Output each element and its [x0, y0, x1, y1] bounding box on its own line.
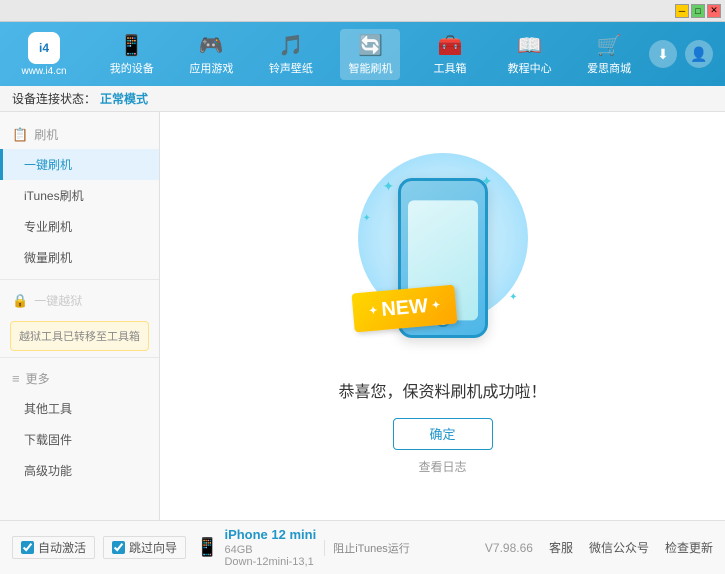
logo-text: www.i4.cn — [21, 66, 66, 77]
nav-items: 📱 我的设备 🎮 应用游戏 🎵 铃声壁纸 🔄 智能刷机 🧰 工具箱 📖 教程中心… — [92, 29, 649, 80]
minimize-button[interactable]: ─ — [675, 4, 689, 18]
nav-item-tutorials[interactable]: 📖 教程中心 — [500, 29, 560, 80]
user-button[interactable]: 👤 — [685, 40, 713, 68]
device-icon: 📱 — [196, 537, 218, 558]
sidebar-section-flash-title: 📋 刷机 — [0, 120, 159, 149]
ringtones-icon: 🎵 — [278, 33, 303, 58]
maximize-button[interactable]: □ — [691, 4, 705, 18]
close-button[interactable]: ✕ — [707, 4, 721, 18]
stop-itunes-container: 阻止iTunes运行 — [324, 540, 410, 556]
more-section-label: 更多 — [26, 370, 50, 387]
sidebar-divider-2 — [0, 357, 159, 358]
my-device-label: 我的设备 — [110, 60, 154, 76]
device-info: 📱 iPhone 12 mini 64GB Down-12mini-13,1 — [196, 527, 316, 568]
jailbreak-section-label: 一键越狱 — [34, 292, 82, 309]
ringtones-label: 铃声壁纸 — [269, 60, 313, 76]
sidebar-item-other-tools[interactable]: 其他工具 — [0, 393, 159, 424]
nav-item-apps-games[interactable]: 🎮 应用游戏 — [181, 29, 241, 80]
shop-label: 爱思商城 — [587, 60, 631, 76]
smart-flash-label: 智能刷机 — [348, 60, 392, 76]
star-4: ✦ — [509, 292, 517, 303]
sidebar-section-more-title: ≡ 更多 — [0, 364, 159, 393]
auto-connect-checkbox[interactable] — [21, 541, 34, 554]
device-firmware: Down-12mini-13,1 — [224, 556, 316, 568]
star-3: ✦ — [363, 213, 371, 224]
sidebar-item-advanced[interactable]: 高级功能 — [0, 455, 159, 486]
lock-icon: 🔒 — [12, 293, 28, 309]
sidebar-item-download-firmware[interactable]: 下载固件 — [0, 424, 159, 455]
check-update-link[interactable]: 检查更新 — [665, 539, 713, 556]
success-text: 恭喜您，保资料刷机成功啦！ — [338, 378, 546, 402]
logo[interactable]: i4 www.i4.cn — [12, 32, 76, 77]
sidebar: 📋 刷机 一键刷机 iTunes刷机 专业刷机 微量刷机 🔒 一键越狱 越狱工具… — [0, 112, 160, 520]
device-storage: 64GB — [224, 544, 316, 556]
nav-item-ringtones[interactable]: 🎵 铃声壁纸 — [261, 29, 321, 80]
skip-wizard-checkbox[interactable] — [112, 541, 125, 554]
logo-icon: i4 — [28, 32, 60, 64]
my-device-icon: 📱 — [119, 33, 144, 58]
new-badge: NEW — [351, 284, 457, 332]
smart-flash-icon: 🔄 — [358, 33, 383, 58]
download-button[interactable]: ⬇ — [649, 40, 677, 68]
status-label: 设备连接状态： — [12, 90, 96, 107]
customer-service-link[interactable]: 客服 — [549, 539, 573, 556]
sidebar-item-pro-flash[interactable]: 专业刷机 — [0, 211, 159, 242]
apps-games-icon: 🎮 — [199, 33, 224, 58]
sidebar-item-itunes-flash[interactable]: iTunes刷机 — [0, 180, 159, 211]
nav-item-shop[interactable]: 🛒 爱思商城 — [579, 29, 639, 80]
nav-item-toolbox[interactable]: 🧰 工具箱 — [420, 29, 480, 80]
status-bar: 设备连接状态： 正常模式 — [0, 86, 725, 112]
sidebar-section-jailbreak-title: 🔒 一键越狱 — [0, 286, 159, 315]
content-area: ✦ ✦ ✦ ✦ NEW 恭喜您，保资料刷机成功啦！ 确定 查看日志 — [160, 112, 725, 520]
main-layout: 📋 刷机 一键刷机 iTunes刷机 专业刷机 微量刷机 🔒 一键越狱 越狱工具… — [0, 112, 725, 520]
toolbox-label: 工具箱 — [434, 60, 467, 76]
help-link[interactable]: 查看日志 — [418, 458, 466, 475]
tutorials-icon: 📖 — [517, 33, 542, 58]
nav-item-smart-flash[interactable]: 🔄 智能刷机 — [340, 29, 400, 80]
tutorials-label: 教程中心 — [508, 60, 552, 76]
bottom-bar: 自动激活 跳过向导 📱 iPhone 12 mini 64GB Down-12m… — [0, 520, 725, 574]
shop-icon: 🛒 — [597, 33, 622, 58]
bottom-right: V7.98.66 客服 微信公众号 检查更新 — [485, 539, 713, 556]
sidebar-divider-1 — [0, 279, 159, 280]
flash-section-icon: 📋 — [12, 127, 28, 143]
skip-wizard-label: 跳过向导 — [129, 539, 177, 556]
device-name: iPhone 12 mini — [224, 527, 316, 542]
status-value: 正常模式 — [100, 90, 148, 107]
stop-itunes-link[interactable]: 阻止iTunes运行 — [333, 543, 410, 555]
header-right: ⬇ 👤 — [649, 40, 713, 68]
flash-section-label: 刷机 — [34, 126, 58, 143]
header: i4 www.i4.cn 📱 我的设备 🎮 应用游戏 🎵 铃声壁纸 🔄 智能刷机… — [0, 22, 725, 86]
wechat-link[interactable]: 微信公众号 — [589, 539, 649, 556]
confirm-button[interactable]: 确定 — [393, 418, 493, 450]
auto-connect-label: 自动激活 — [38, 539, 86, 556]
sidebar-item-micro-flash[interactable]: 微量刷机 — [0, 242, 159, 273]
version-text: V7.98.66 — [485, 541, 533, 555]
star-2: ✦ — [481, 173, 493, 190]
phone-illustration: ✦ ✦ ✦ ✦ NEW — [343, 158, 543, 358]
nav-item-my-device[interactable]: 📱 我的设备 — [102, 29, 162, 80]
sidebar-item-one-click-flash[interactable]: 一键刷机 — [0, 149, 159, 180]
title-bar: ─ □ ✕ — [0, 0, 725, 22]
star-1: ✦ — [383, 178, 395, 195]
toolbox-icon: 🧰 — [438, 33, 463, 58]
apps-games-label: 应用游戏 — [189, 60, 233, 76]
jailbreak-info-box: 越狱工具已转移至工具箱 — [10, 321, 149, 351]
more-section-icon: ≡ — [12, 371, 20, 386]
